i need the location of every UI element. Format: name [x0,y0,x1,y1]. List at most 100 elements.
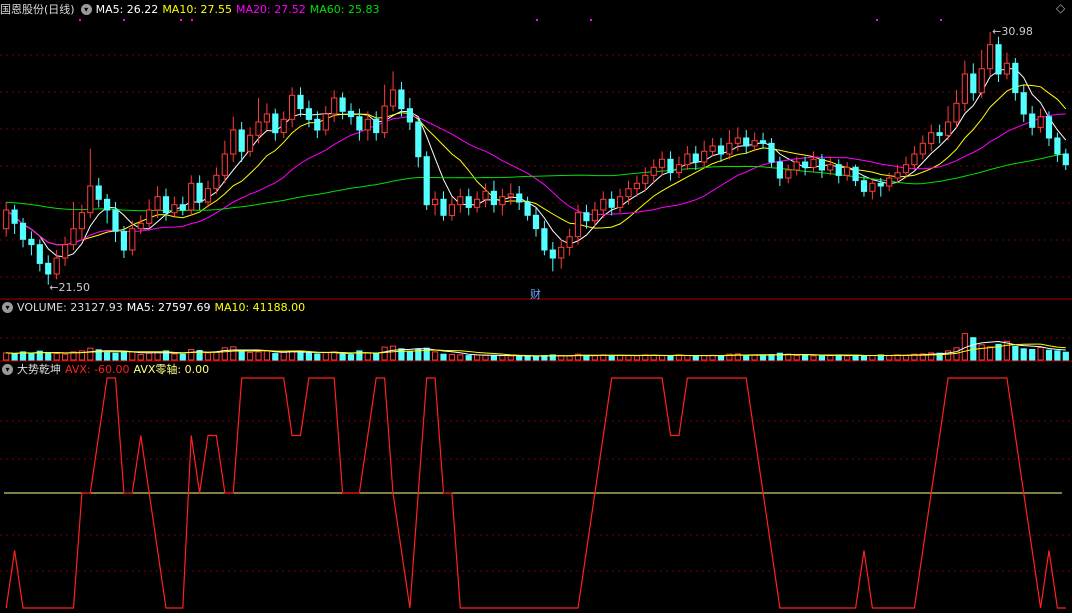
candle-up [3,209,10,230]
candle-down [196,182,203,203]
volume-bar-up [389,345,397,361]
candle-down [776,161,783,179]
volume-bar-up [188,349,195,361]
volume-bar-up [591,355,598,361]
event-dot [123,19,125,21]
candle-up [432,198,439,206]
volume-bar-up [482,354,489,361]
candle-up [591,209,598,222]
chevron-down-icon[interactable]: ▾ [80,4,92,15]
volume-bar-down [104,352,111,361]
volume-bar-down [314,353,321,361]
volume-bar-up [289,350,296,361]
volume-bar-up [137,354,144,361]
candle-down [877,182,884,187]
candle-up [928,132,935,144]
low-price-value: 21.50 [58,280,90,294]
volume-bar-down [516,355,523,361]
volume-bar-down [759,354,767,361]
volume-bar-up [659,355,666,361]
candle-up [574,212,582,238]
candle-up [263,113,270,123]
volume-bar-up [474,354,481,361]
high-price-label: ←30.98 [992,25,1033,38]
volume-bar-up [1003,340,1010,361]
candle-down [818,158,825,171]
candle-up [827,164,834,171]
candle-up [381,105,388,134]
volume-bar-up [3,352,10,361]
chevron-down-icon[interactable]: ▾ [2,364,13,375]
candle-down [356,116,363,131]
candle-down [692,153,699,163]
volume-bar-up [844,355,851,361]
candle-up [230,129,237,155]
chevron-down-icon[interactable]: ▾ [2,302,13,313]
volume-bar-down [28,352,35,361]
volume-bar-up [987,346,994,361]
volume-bar-down [667,355,674,361]
volume-bar-up [221,347,228,361]
candle-up [911,153,918,166]
candle-down [516,193,523,203]
volume-bar-up [869,355,876,361]
volume-bar-down [406,350,413,361]
diamond-icon[interactable]: ◇ [1056,1,1065,15]
volume-bar-up [129,351,136,361]
volume-bar-up [171,353,178,361]
event-dot [940,19,942,21]
candle-up [87,185,94,214]
candle-down [373,118,380,134]
candle-down [860,180,868,192]
price-legend: 国恩股份(日线) ▾ MA5: 26.22 MA10: 27.55 MA20: 27.5… [0,2,383,18]
volume-bar-down [1062,351,1069,361]
volume-bar-up [146,352,153,361]
candle-up [280,118,287,134]
candle-up [633,182,640,190]
volume-label: VOLUME: 23127.93 [17,301,123,314]
volume-bar-down [717,355,725,361]
candle-up [247,134,254,152]
ma60-label: MA60: 25.83 [309,3,380,16]
candle-down [995,44,1002,75]
candle-down [835,164,842,176]
candle-down [339,97,346,112]
indicator-name: 大势乾坤 [17,363,61,376]
candle-down [768,142,775,163]
candle-up [213,174,220,190]
candle-down [1020,92,1027,115]
candle-down [162,196,170,214]
candle-down [297,94,304,110]
candle-down [440,198,447,216]
candle-up [617,196,624,208]
volume-bar-up [280,351,287,361]
volume-bar-up [457,354,464,361]
candle-up [844,166,851,176]
candle-down [717,145,725,155]
volume-bar-up [886,355,893,361]
volume-bar-up [322,352,329,361]
ma5-label: MA5: 26.22 [95,3,159,16]
event-marker[interactable]: 财 [530,286,541,302]
candle-down [45,262,52,275]
volume-bar-up [154,352,161,361]
volume-bar-up [1037,347,1044,361]
volume-bar-down [1029,349,1036,361]
candle-down [667,158,674,174]
event-dot [180,19,182,21]
volume-bar-up [87,347,94,361]
volume-bar-down [532,355,540,361]
candle-down [36,244,43,264]
volume-bar-down [524,355,531,361]
volume-bar-down [1045,349,1053,361]
candle-down [238,129,245,152]
candle-up [129,228,136,251]
event-dot [191,19,193,21]
candle-down [759,140,767,144]
volume-bar-down [11,353,18,361]
candle-up [650,166,657,176]
candle-up [221,153,228,176]
candle-up [499,196,506,206]
chart-annotations [79,19,942,21]
volume-bar-up [810,355,817,361]
